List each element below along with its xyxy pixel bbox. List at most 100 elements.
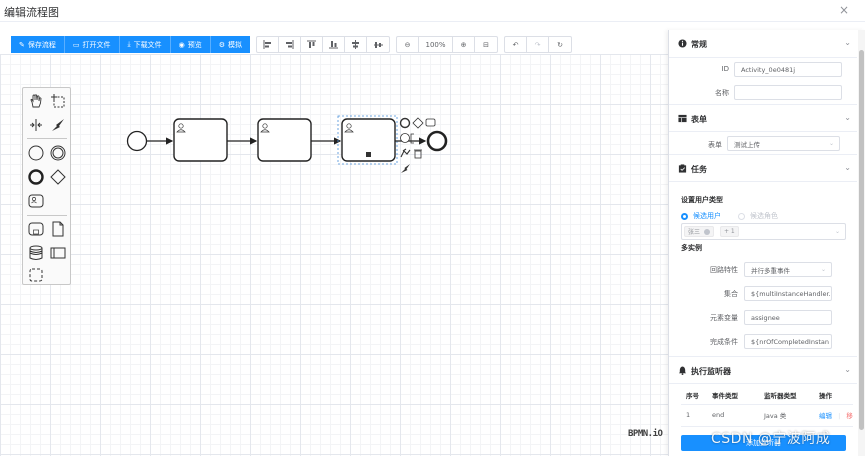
user-tag[interactable]: 张三 <box>684 226 715 237</box>
section-form-title: 表单 <box>691 115 707 124</box>
refresh-icon[interactable]: ↻ <box>549 37 571 52</box>
append-task-icon[interactable] <box>425 118 436 127</box>
chevron-down-icon: ⌄ <box>828 140 834 147</box>
section-task-header[interactable]: 任务 ⌄ <box>669 154 857 182</box>
gateway-icon[interactable] <box>48 167 68 187</box>
chevron-down-icon[interactable]: ⌄ <box>844 113 851 122</box>
collection-input[interactable]: ${multiInstanceHandler. <box>744 286 832 301</box>
intermediate-event-icon[interactable] <box>48 143 68 163</box>
csdn-watermark: CSDN @宁波阿成 <box>711 431 831 447</box>
play-icon: ⚙ <box>218 40 225 49</box>
end-event[interactable] <box>426 130 448 152</box>
align-center-icon[interactable] <box>345 37 367 52</box>
download-icon: ⤓ <box>127 40 131 48</box>
subprocess-icon[interactable] <box>26 219 46 239</box>
close-icon[interactable]: × <box>839 3 849 17</box>
open-file-button[interactable]: ▭ 打开文件 <box>64 36 120 53</box>
palette-separator <box>27 138 67 139</box>
space-tool-icon[interactable] <box>27 116 45 134</box>
name-input[interactable] <box>734 85 842 100</box>
section-general-header[interactable]: 常规 ⌄ <box>669 30 857 58</box>
data-object-icon[interactable] <box>48 219 68 239</box>
bpmn-io-logo[interactable]: BPMN.iO <box>628 429 663 439</box>
simulate-button[interactable]: ⚙ 模拟 <box>210 36 250 53</box>
cell-actions: 编辑 | 移 <box>814 404 853 427</box>
column-header: 操作 <box>814 386 853 405</box>
multi-instance-title: 多实例 <box>681 244 702 252</box>
scrollbar-thumb[interactable] <box>859 50 864 430</box>
save-process-button[interactable]: ✎ 保存流程 <box>11 36 65 53</box>
element-variable-input[interactable]: assignee <box>744 310 832 325</box>
append-end-event-icon[interactable] <box>399 117 411 129</box>
panel-scrollbar[interactable] <box>858 30 865 456</box>
eye-icon: ◉ <box>178 40 185 49</box>
collection-label: 集合 <box>724 290 738 298</box>
align-left-icon[interactable] <box>257 37 279 52</box>
bpmn-canvas[interactable] <box>0 54 668 456</box>
user-task-2[interactable] <box>257 118 312 162</box>
cell-index: 1 <box>681 404 707 427</box>
user-type-title: 设置用户类型 <box>681 196 723 204</box>
radio-dot <box>681 212 688 220</box>
zoom-out-icon[interactable]: ⊖ <box>397 37 419 52</box>
undo-icon[interactable]: ↶ <box>505 37 527 52</box>
chevron-down-icon[interactable]: ⌄ <box>844 365 851 374</box>
id-label: ID <box>721 65 729 73</box>
lasso-tool-icon[interactable] <box>49 92 67 110</box>
start-event-icon[interactable] <box>26 143 46 163</box>
folder-icon: ▭ <box>72 40 80 49</box>
user-task-1[interactable] <box>173 118 228 162</box>
edit-link[interactable]: 编辑 <box>819 412 832 420</box>
section-form-header[interactable]: 表单 ⌄ <box>669 104 857 132</box>
section-general-title: 常规 <box>691 40 707 49</box>
chevron-down-icon: ⌄ <box>834 228 840 235</box>
append-intermediate-event-icon[interactable] <box>400 133 410 143</box>
align-right-icon[interactable] <box>279 37 301 52</box>
dialog-header: 编辑流程图 × <box>0 0 865 22</box>
section-listener-header[interactable]: 执行监听器 ⌄ <box>669 356 857 384</box>
completion-condition-label: 完成条件 <box>710 338 738 346</box>
group-icon[interactable] <box>26 266 46 284</box>
table-header-row: 序号 事件类型 监听器类型 操作 <box>681 386 853 405</box>
download-file-button[interactable]: ⤓ 下载文件 <box>119 36 171 53</box>
align-button-group <box>256 36 390 53</box>
chevron-down-icon[interactable]: ⌄ <box>844 163 851 172</box>
section-listener-title: 执行监听器 <box>691 367 731 376</box>
delete-link[interactable]: 移 <box>846 412 853 420</box>
data-store-icon[interactable] <box>26 243 46 263</box>
element-variable-label: 元素变量 <box>710 314 738 322</box>
cell-event-type: end <box>707 404 759 427</box>
radio-candidate-user[interactable]: 候选用户 <box>681 211 721 221</box>
loop-select-value: 并行多重事件 <box>751 266 790 275</box>
radio-dot <box>738 212 745 220</box>
completion-condition-input[interactable]: ${nrOfCompletedInstan <box>744 334 832 349</box>
pool-icon[interactable] <box>48 243 68 263</box>
id-input[interactable]: Activity_0e0481j <box>734 62 842 77</box>
end-event-icon[interactable] <box>26 167 46 187</box>
form-select[interactable]: 测试上传 ⌄ <box>727 136 840 151</box>
radio-candidate-role[interactable]: 候选角色 <box>738 211 778 221</box>
clipboard-check-icon <box>678 164 687 173</box>
user-task-icon[interactable] <box>26 191 46 211</box>
chevron-down-icon[interactable]: ⌄ <box>844 38 851 47</box>
align-middle-icon[interactable] <box>367 37 389 52</box>
chevron-down-icon: ⌄ <box>820 266 826 273</box>
start-event[interactable] <box>126 130 148 152</box>
section-task-title: 任务 <box>691 165 707 174</box>
more-users-tag[interactable]: + 1 <box>720 226 739 237</box>
preview-button[interactable]: ◉ 预览 <box>170 36 211 53</box>
align-top-icon[interactable] <box>301 37 323 52</box>
dialog-title: 编辑流程图 <box>4 6 59 19</box>
fit-viewport-icon[interactable]: ⊟ <box>475 37 497 52</box>
listener-table: 序号 事件类型 监听器类型 操作 1 end Java 类 编辑 | 移 <box>681 386 853 427</box>
zoom-level[interactable]: 100% <box>419 37 453 52</box>
connect-tool-icon[interactable] <box>49 116 67 134</box>
user-task-3-selected[interactable] <box>341 118 396 162</box>
hand-tool-icon[interactable] <box>27 92 45 110</box>
align-bottom-icon[interactable] <box>323 37 345 52</box>
properties-panel: 常规 ⌄ ID Activity_0e0481j 名称 表单 ⌄ 表单 测试上传… <box>668 30 865 456</box>
redo-icon[interactable]: ↷ <box>527 37 549 52</box>
zoom-in-icon[interactable]: ⊕ <box>453 37 475 52</box>
loop-select[interactable]: 并行多重事件 ⌄ <box>744 262 832 277</box>
tag-close-icon[interactable] <box>704 228 711 235</box>
